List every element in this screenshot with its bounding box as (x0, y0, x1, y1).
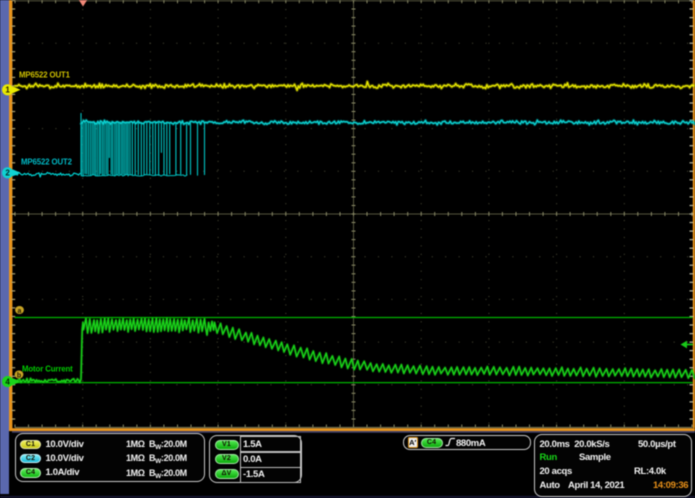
svg-text:MP6522 OUT1: MP6522 OUT1 (19, 71, 71, 80)
svg-text:a: a (18, 308, 22, 315)
svg-text:1: 1 (5, 86, 10, 95)
svg-text:2: 2 (5, 169, 10, 178)
svg-text:b: b (17, 373, 21, 380)
svg-text:4: 4 (5, 377, 10, 386)
svg-text:Motor Current: Motor Current (22, 365, 73, 374)
svg-text:MP6522 OUT2: MP6522 OUT2 (21, 158, 73, 167)
